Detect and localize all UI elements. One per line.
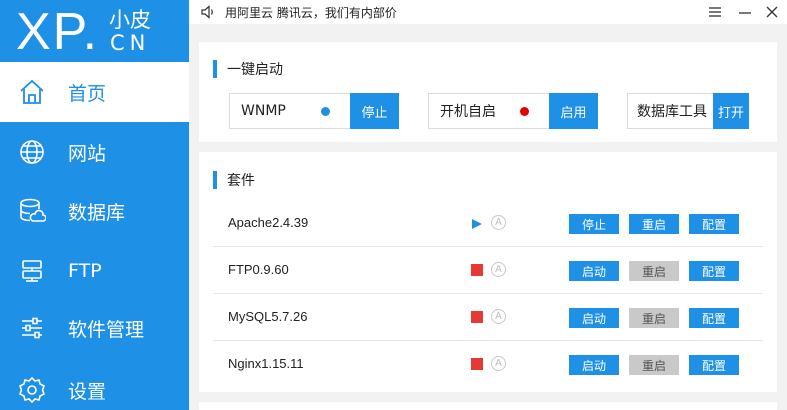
section-title-text: 套件 [227, 173, 255, 189]
nav-item-software[interactable]: 软件管理 [0, 298, 189, 358]
logo-main: XP. [16, 3, 100, 61]
wnmp-status-dot [321, 107, 330, 116]
service-name: Nginx1.15.11 [228, 356, 304, 371]
home-icon [17, 77, 47, 107]
nav-item-website[interactable]: 网站 [0, 122, 189, 182]
wnmp-stop-button[interactable]: 停止 [350, 93, 399, 129]
globe-icon [17, 137, 47, 167]
wnmp-control: WNMP 停止 [229, 93, 399, 129]
autostart-a-icon[interactable]: A [491, 262, 506, 277]
suite-panel: 套件 Apache2.4.39 A 停止 重启 配置 FTP0.9.60 A 启… [199, 152, 777, 392]
notice-text[interactable]: 用阿里云 腾讯云，我们有内部价 [225, 4, 397, 21]
autostart-enable-button[interactable]: 启用 [549, 93, 598, 129]
stopped-square-icon [471, 264, 483, 276]
autostart-a-icon[interactable]: A [491, 215, 506, 230]
service-name: FTP0.9.60 [228, 262, 289, 277]
config-button[interactable]: 配置 [689, 308, 739, 328]
stop-button[interactable]: 停止 [569, 214, 619, 234]
title-bar [213, 60, 217, 78]
restart-button[interactable]: 重启 [629, 261, 679, 281]
nav-label: 网站 [68, 142, 107, 165]
db-tool-label: 数据库工具 [637, 104, 707, 120]
close-icon[interactable] [762, 2, 782, 22]
autostart-control: 开机自启 启用 [428, 93, 598, 129]
restart-button[interactable]: 重启 [629, 355, 679, 375]
start-button[interactable]: 启动 [569, 355, 619, 375]
nav-item-home[interactable]: 首页 [0, 62, 189, 122]
stopped-square-icon [471, 358, 483, 370]
autostart-a-icon[interactable]: A [491, 356, 506, 371]
nav-label: FTP [68, 260, 102, 282]
top-bar: 用阿里云 腾讯云，我们有内部价 [189, 0, 787, 24]
autostart-a-icon[interactable]: A [491, 309, 506, 324]
nav-item-ftp[interactable]: FTP [0, 241, 189, 301]
logo: XP. 小皮 CN [0, 0, 189, 62]
service-row-mysql: MySQL5.7.26 A 启动 重启 配置 [213, 294, 763, 341]
config-button[interactable]: 配置 [689, 355, 739, 375]
service-name: MySQL5.7.26 [228, 309, 308, 324]
menu-icon[interactable] [705, 2, 725, 22]
nav-label: 软件管理 [68, 318, 145, 341]
quick-start-panel: 一键启动 WNMP 停止 开机自启 启用 数据库工具 打开 [199, 42, 777, 142]
db-tool-open-button[interactable]: 打开 [713, 93, 749, 129]
config-button[interactable]: 配置 [689, 261, 739, 281]
nav-item-settings[interactable]: 设置 [0, 360, 189, 410]
quick-start-title: 一键启动 [213, 59, 283, 79]
start-button[interactable]: 启动 [569, 308, 619, 328]
service-row-ftp: FTP0.9.60 A 启动 重启 配置 [213, 247, 763, 294]
db-tool-control: 数据库工具 打开 [627, 93, 749, 129]
nav-item-database[interactable]: 数据库 [0, 181, 189, 241]
config-button[interactable]: 配置 [689, 214, 739, 234]
autostart-status-dot [520, 107, 529, 116]
stopped-square-icon [471, 311, 483, 323]
service-row-apache: Apache2.4.39 A 停止 重启 配置 [213, 200, 763, 247]
database-icon [17, 196, 47, 226]
logo-sub: CN [110, 31, 151, 55]
nav-label: 首页 [68, 82, 107, 105]
nav-label: 设置 [68, 380, 107, 403]
speaker-icon [200, 4, 216, 25]
nav-label: 数据库 [68, 201, 126, 224]
restart-button[interactable]: 重启 [629, 308, 679, 328]
suite-title: 套件 [213, 170, 255, 190]
gear-icon [17, 375, 47, 405]
autostart-label: 开机自启 [440, 104, 496, 120]
ftp-icon [17, 256, 47, 286]
running-play-icon [471, 217, 483, 229]
section-title-text: 一键启动 [227, 62, 283, 78]
start-button[interactable]: 启动 [569, 261, 619, 281]
service-name: Apache2.4.39 [228, 215, 309, 230]
sliders-icon [17, 313, 47, 343]
minimize-icon[interactable] [735, 2, 755, 22]
sidebar: XP. 小皮 CN 首页 网站 数据库 FTP 软件管理 设置 [0, 0, 189, 410]
logo-small: 小皮 [109, 8, 151, 32]
restart-button[interactable]: 重启 [629, 214, 679, 234]
title-bar [213, 171, 217, 189]
wnmp-label: WNMP [241, 103, 286, 119]
service-row-nginx: Nginx1.15.11 A 启动 重启 配置 [213, 341, 763, 388]
next-panel [199, 402, 777, 410]
